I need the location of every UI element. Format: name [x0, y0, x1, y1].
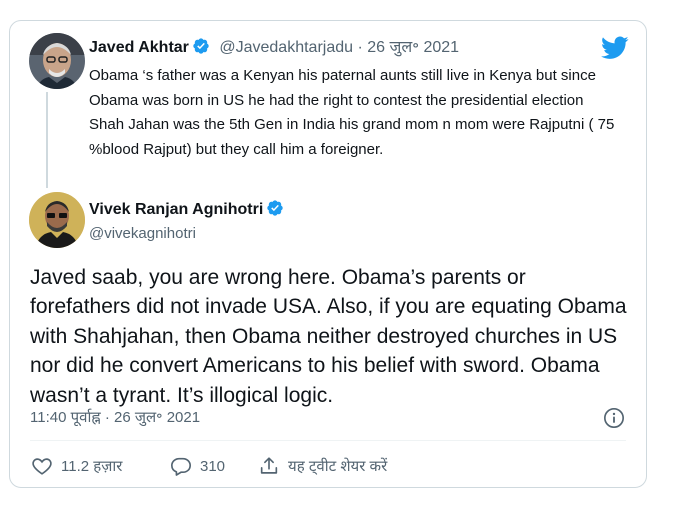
- reply-bubble-icon: [171, 457, 191, 476]
- verified-badge-icon: [192, 37, 210, 62]
- share-label: यह ट्वीट शेयर करें: [288, 458, 388, 475]
- javed-akhtar-avatar[interactable]: [29, 33, 85, 89]
- twitter-bird-icon[interactable]: [601, 36, 629, 65]
- like-count: 11.2 हज़ार: [61, 458, 123, 475]
- reply-button[interactable]: 310: [170, 455, 225, 477]
- parent-author-name[interactable]: Javed Akhtar: [89, 39, 189, 56]
- vivek-agnihotri-avatar[interactable]: [29, 192, 85, 248]
- share-button[interactable]: यह ट्वीट शेयर करें: [258, 455, 387, 477]
- main-tweet-text: Javed saab, you are wrong here. Obama’s …: [30, 266, 627, 407]
- verified-badge-icon: [266, 199, 284, 224]
- action-bar-divider: [30, 440, 626, 441]
- parent-author-handle[interactable]: @Javedakhtarjadu: [219, 39, 353, 56]
- parent-tweet-date[interactable]: 26 जुल॰ 2021: [367, 39, 459, 56]
- reply-count: 310: [200, 457, 226, 475]
- share-icon: [260, 457, 278, 474]
- main-author-name-row: Vivek Ranjan Agnihotri: [89, 199, 284, 224]
- info-icon[interactable]: [603, 407, 625, 434]
- header-separator: ·: [353, 39, 368, 56]
- heart-icon: [32, 458, 52, 475]
- main-author-handle[interactable]: @vivekagnihotri: [89, 224, 196, 244]
- like-button[interactable]: 11.2 हज़ार: [31, 455, 122, 477]
- parent-tweet-header: Javed Akhtar @Javedakhtarjadu · 26 जुल॰ …: [89, 37, 459, 62]
- main-author-name[interactable]: Vivek Ranjan Agnihotri: [89, 201, 263, 218]
- thread-connector-line: [46, 92, 48, 188]
- tweet-timestamp[interactable]: 11:40 पूर्वाह्न · 26 जुल॰ 2021: [30, 408, 200, 428]
- parent-tweet-text: Obama ‘s father was a Kenyan his paterna…: [89, 67, 615, 158]
